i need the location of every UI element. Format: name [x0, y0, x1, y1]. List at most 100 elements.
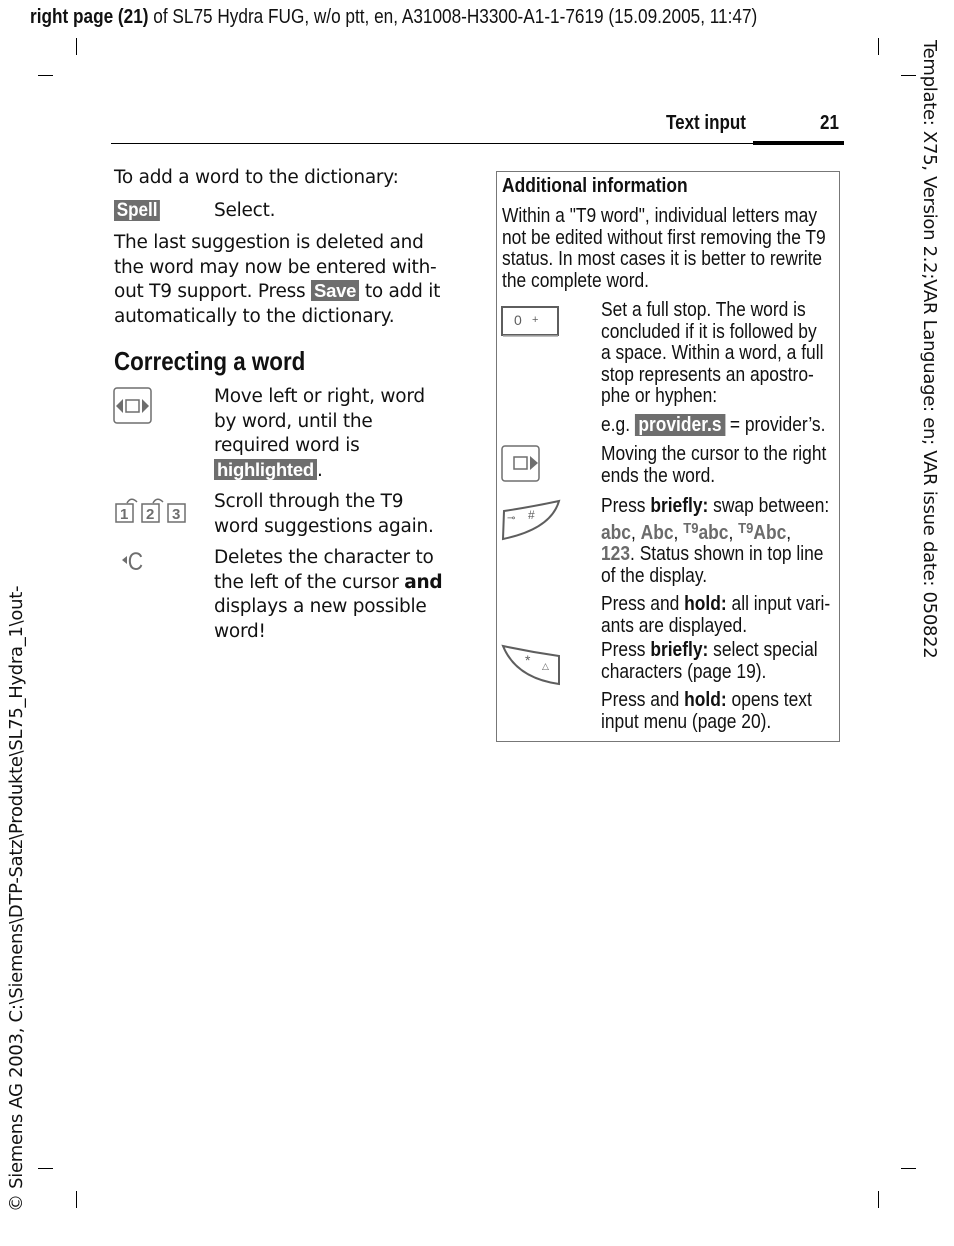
cursor-right-description: Moving the cursor to the right ends the …	[601, 443, 827, 487]
info-bold: hold:	[684, 689, 727, 711]
hash-key-icon: ⊸ #	[501, 499, 563, 546]
info-line: Press and hold: opens text	[601, 689, 818, 712]
para-line: out T9 support. Press Save to add it	[114, 280, 440, 305]
info-line: stop represents an apostro-	[601, 363, 814, 386]
header-rule	[111, 143, 844, 144]
svg-text:3: 3	[172, 506, 180, 523]
clear-key-icon: C	[121, 547, 147, 578]
info-title-text: Additional information	[502, 175, 688, 197]
info-text: Press and	[601, 689, 685, 711]
svg-text:C: C	[128, 547, 143, 573]
svg-text:+: +	[532, 314, 538, 326]
mode-t9-Abc: Abc	[753, 521, 787, 544]
clear-description: Deletes the character to the left of the…	[214, 546, 443, 644]
info-line: Press briefly: swap between:	[601, 495, 830, 518]
example-suffix: = provider’s.	[725, 413, 826, 436]
para-line: The last suggestion is deleted and	[114, 232, 424, 253]
desc-line: the left of the cursor and	[214, 571, 443, 596]
nav-description: Move left or right, word by word, until …	[214, 385, 425, 483]
info-line: Within a "T9 word", individual letters m…	[502, 205, 818, 227]
full-stop-description: Set a full stop. The word is concluded i…	[601, 299, 826, 437]
info-line: Press and hold: all input vari-	[601, 593, 831, 616]
svg-text:2: 2	[146, 506, 154, 523]
svg-text:#: #	[528, 508, 535, 522]
para-line: the word may now be entered with-	[114, 256, 437, 278]
para-text: to add it	[359, 281, 441, 302]
info-line: input menu (page 20).	[601, 710, 772, 733]
crop-mark	[38, 75, 53, 76]
desc-line: Deletes the character to	[214, 547, 434, 568]
info-text: Press and	[601, 593, 685, 615]
svg-text:1: 1	[120, 506, 128, 523]
print-header: right page (21) of SL75 Hydra FUG, w/o p…	[30, 6, 757, 29]
info-line: of the display.	[601, 564, 708, 587]
dictionary-paragraph: The last suggestion is deleted and the w…	[114, 231, 440, 329]
info-text: opens text	[726, 689, 812, 711]
mode-Abc: Abc	[640, 521, 674, 544]
desc-line: by word, until the	[214, 410, 373, 432]
crop-mark	[878, 38, 879, 55]
crop-mark	[878, 1191, 879, 1208]
mode-list: abc, Abc, T9abc, T9Abc,	[601, 519, 792, 544]
info-text: . Status shown in top line	[630, 543, 824, 565]
desc-line: word suggestions again.	[214, 515, 434, 537]
svg-text:*: *	[525, 652, 531, 668]
nav-left-right-icon	[113, 387, 153, 430]
highlighted-tag: highlighted	[214, 458, 317, 480]
mode-abc: abc	[601, 521, 631, 544]
desc-text: .	[316, 459, 323, 481]
mode-t9-abc: abc	[698, 521, 729, 544]
desc-bold: and	[404, 571, 443, 593]
desc-line: Scroll through the T9	[214, 491, 404, 512]
desc-line: Move left or right, word	[214, 386, 425, 407]
info-line: 123. Status shown in top line	[601, 543, 830, 566]
crop-mark	[76, 38, 77, 55]
info-line: the complete word.	[502, 269, 650, 292]
nav-right-icon	[501, 445, 541, 488]
info-bold: hold:	[684, 593, 727, 615]
star-key-description: Press briefly: select special characters…	[601, 639, 818, 733]
info-line: ends the word.	[601, 464, 716, 487]
info-text: Press	[601, 639, 651, 661]
hash-key-description: Press briefly: swap between: abc, Abc, T…	[601, 495, 831, 637]
crop-mark	[901, 1168, 916, 1169]
running-header-title: Text input	[666, 112, 746, 134]
t9-superscript: T9	[738, 519, 754, 537]
info-line: Press briefly: select special	[601, 639, 818, 662]
spell-description: Select.	[214, 200, 276, 221]
info-line: a space. Within a word, a full	[601, 342, 824, 364]
info-line: phe or hyphen:	[601, 385, 718, 407]
info-line: Moving the cursor to the right	[601, 443, 827, 465]
info-box-title: Additional information	[502, 175, 688, 198]
info-bold: briefly:	[650, 639, 709, 661]
print-header-bold: right page (21)	[30, 6, 149, 28]
header-rule-accent	[753, 141, 844, 145]
info-text: all input vari-	[726, 593, 831, 615]
keys-1-2-3-icon: 1 2 3	[115, 496, 187, 529]
svg-text:△: △	[542, 662, 549, 672]
page-number: 21	[820, 112, 839, 134]
key-0-plus-icon: 0 +	[501, 306, 561, 343]
svg-text:⊸: ⊸	[507, 513, 515, 524]
desc-line: displays a new possible	[214, 596, 427, 617]
star-key-icon: * △	[501, 644, 563, 691]
para-text: out T9 support. Press	[114, 281, 311, 302]
t9-superscript: T9	[683, 519, 699, 537]
scroll-description: Scroll through the T9 word suggestions a…	[214, 490, 434, 539]
template-info: Template: X75, Version 2.2;VAR Language:…	[919, 40, 940, 659]
info-line: Set a full stop. The word is	[601, 299, 806, 321]
crop-mark	[38, 1168, 53, 1169]
mode-123: 123	[601, 543, 631, 565]
info-intro: Within a "T9 word", individual letters m…	[502, 205, 826, 292]
spell-softkey[interactable]: Spell	[114, 200, 165, 221]
info-line: not be edited without first removing the…	[502, 226, 826, 249]
desc-text: the left of the cursor	[214, 571, 405, 593]
info-line: characters (page 19).	[601, 660, 767, 683]
example-line: e.g. provider.s = provider’s.	[601, 413, 826, 437]
para-line: automatically to the dictionary.	[114, 305, 395, 327]
save-softkey[interactable]: Save	[311, 280, 360, 301]
info-line: ants are displayed.	[601, 614, 748, 637]
desc-line: required word is	[214, 435, 360, 456]
desc-line: word!	[214, 620, 266, 642]
info-text: Press	[601, 495, 651, 517]
